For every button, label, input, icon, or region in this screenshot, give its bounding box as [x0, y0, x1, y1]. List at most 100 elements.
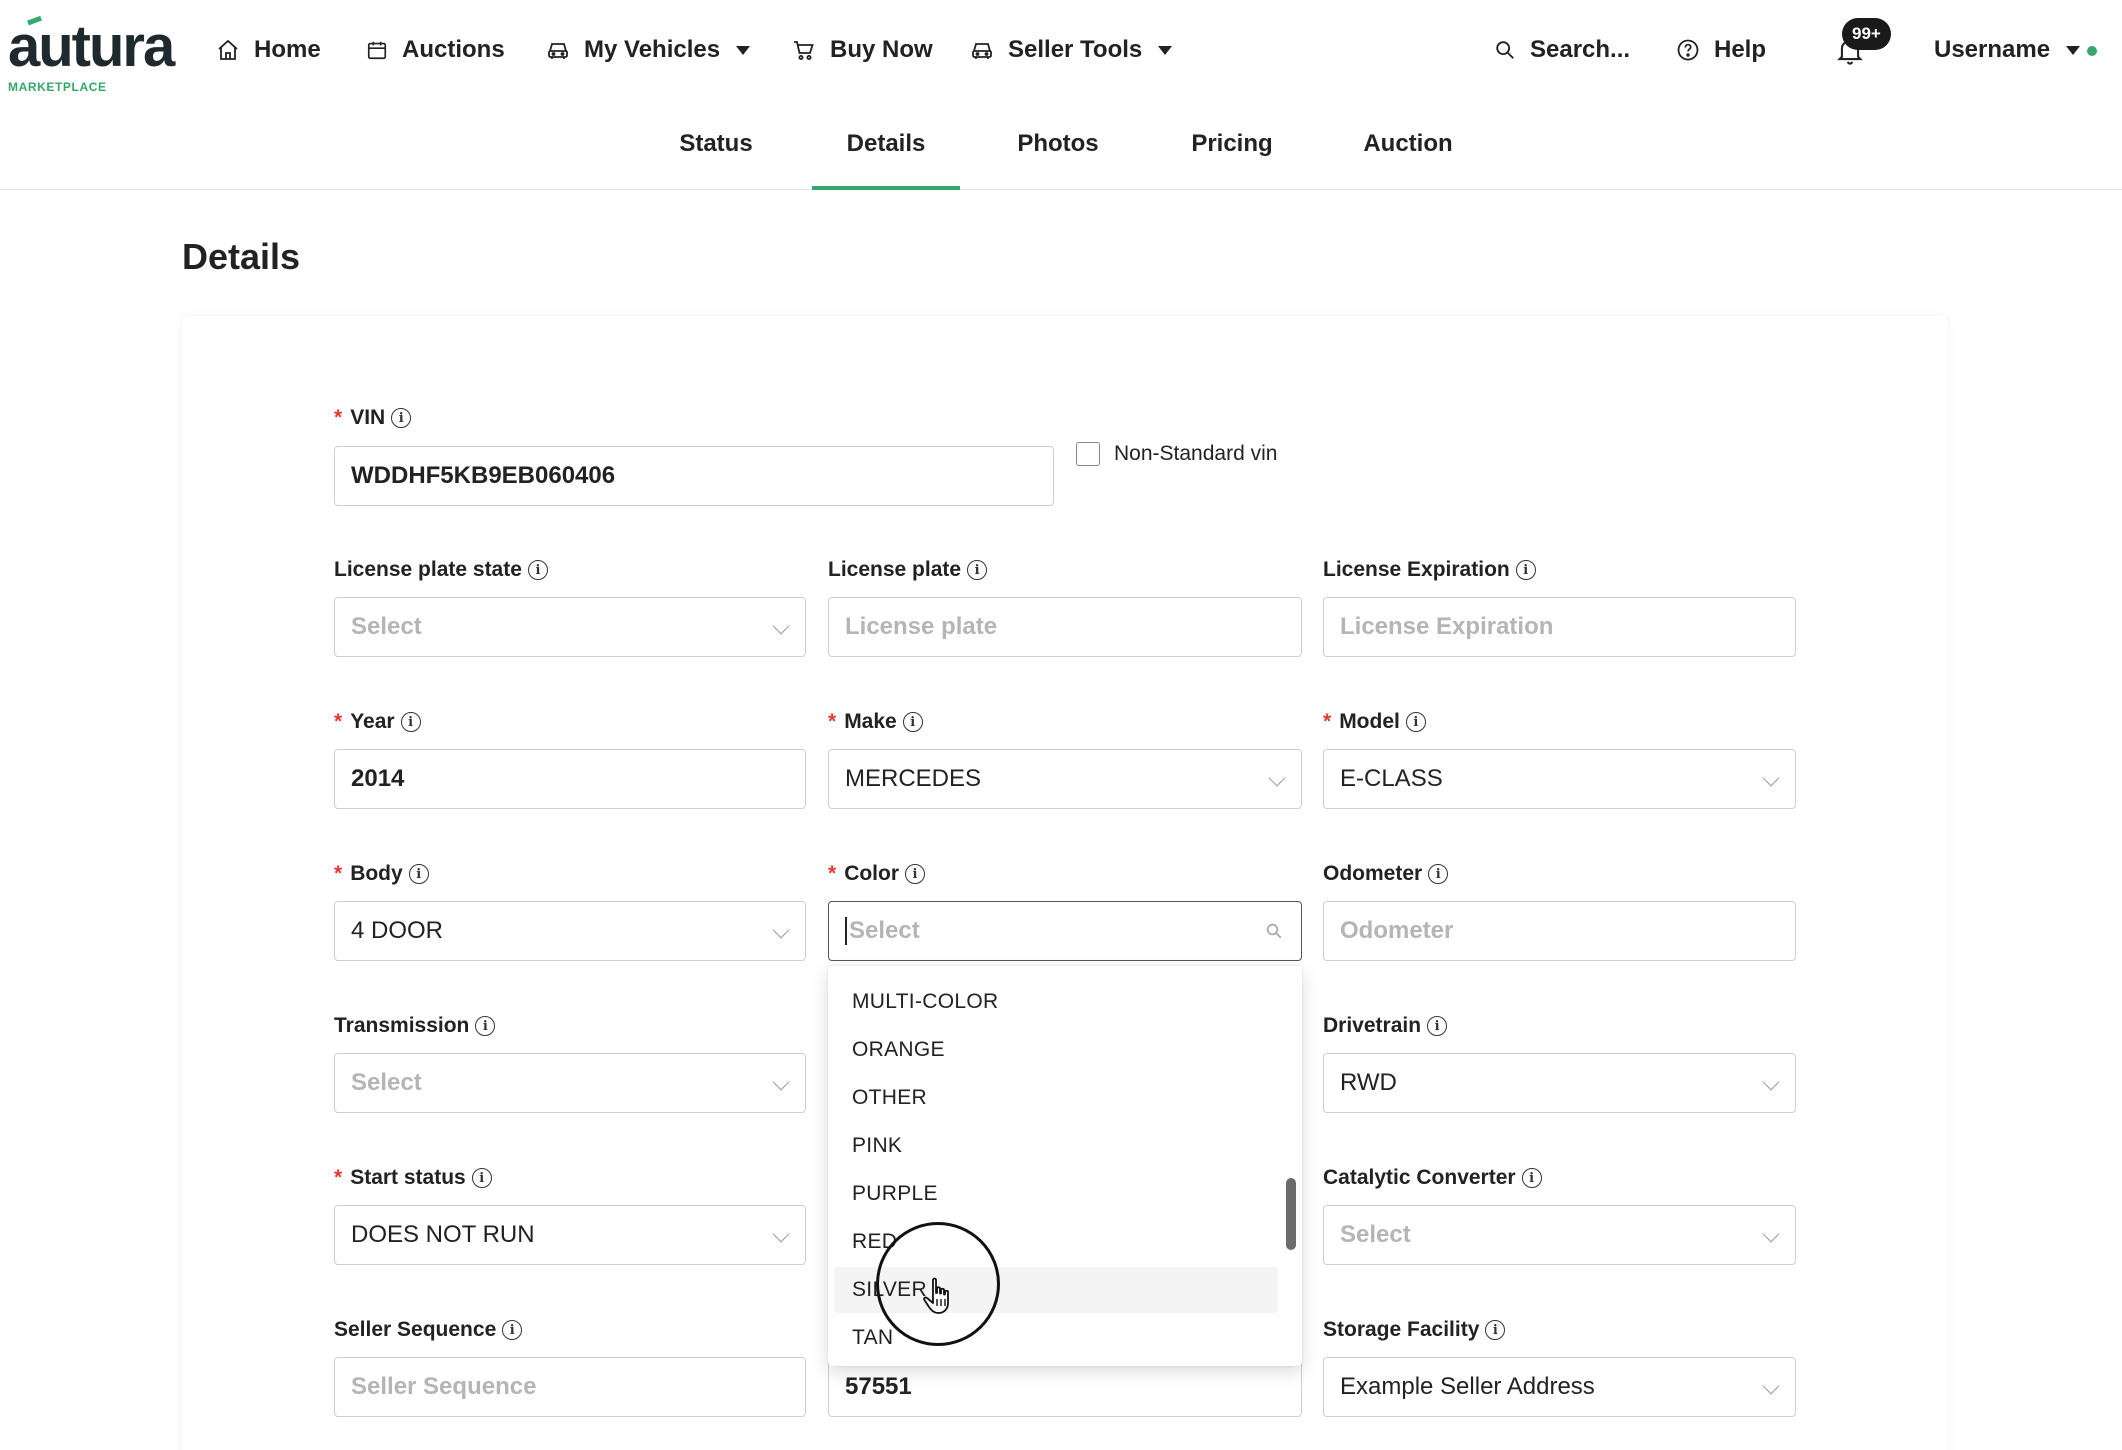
seller-sequence-placeholder: Seller Sequence: [351, 1373, 537, 1400]
dropdown-scrollbar[interactable]: [1286, 1178, 1296, 1250]
year-label-text: Year: [350, 710, 395, 733]
transmission-label-text: Transmission: [334, 1014, 470, 1037]
required-asterisk: *: [334, 862, 343, 885]
license-plate-state-select[interactable]: Select: [334, 597, 806, 657]
search-icon: [1266, 923, 1282, 939]
info-icon[interactable]: i: [1515, 560, 1536, 580]
drivetrain-label-text: Drivetrain: [1323, 1014, 1422, 1037]
info-icon[interactable]: i: [902, 712, 923, 732]
nav-auctions[interactable]: Auctions: [366, 28, 505, 72]
non-standard-vin-checkbox[interactable]: [1076, 442, 1100, 466]
color-placeholder: Select: [849, 917, 920, 944]
info-icon[interactable]: i: [967, 560, 988, 580]
color-option-label: OTHER: [852, 1086, 927, 1109]
car-icon: [548, 43, 568, 59]
license-expiration-input[interactable]: License Expiration: [1323, 597, 1796, 657]
non-standard-vin-label: Non-Standard vin: [1114, 442, 1278, 465]
info-icon[interactable]: i: [400, 712, 421, 732]
calendar-icon: [367, 41, 387, 60]
nav-home[interactable]: Home: [216, 28, 321, 72]
info-icon[interactable]: i: [502, 1320, 523, 1340]
chevron-down-icon: [736, 45, 751, 55]
seller-sequence-input[interactable]: Seller Sequence: [334, 1357, 806, 1417]
make-label: * Make i: [828, 710, 923, 734]
tab-pricing-label: Pricing: [1191, 130, 1273, 157]
non-standard-vin-option[interactable]: Non-Standard vin: [1076, 442, 1277, 466]
nav-seller-tools-label: Seller Tools: [1008, 36, 1143, 63]
license-plate-input[interactable]: License plate: [828, 597, 1302, 657]
info-icon[interactable]: i: [1405, 712, 1426, 732]
info-icon[interactable]: i: [1428, 864, 1449, 884]
odometer-input[interactable]: Odometer: [1323, 901, 1796, 961]
odometer-placeholder: Odometer: [1340, 917, 1454, 944]
chevron-down-icon: [772, 1073, 790, 1091]
start-status-select[interactable]: DOES NOT RUN: [334, 1205, 806, 1265]
color-option-label: PURPLE: [852, 1182, 938, 1205]
tab-pricing[interactable]: Pricing: [1184, 130, 1280, 190]
color-option[interactable]: PINK: [834, 1123, 1278, 1169]
odometer-label-text: Odometer: [1323, 862, 1423, 885]
nav-my-vehicles-label: My Vehicles: [584, 36, 721, 63]
nav-search[interactable]: Search...: [1494, 28, 1630, 72]
chevron-down-icon: [772, 617, 790, 635]
model-select[interactable]: E-CLASS: [1323, 749, 1796, 809]
color-option[interactable]: OTHER: [834, 1075, 1278, 1121]
nav-my-vehicles[interactable]: My Vehicles: [546, 28, 751, 72]
tab-auction[interactable]: Auction: [1358, 130, 1458, 190]
nav-seller-tools[interactable]: Seller Tools: [970, 28, 1173, 72]
transmission-select[interactable]: Select: [334, 1053, 806, 1113]
info-icon[interactable]: i: [905, 864, 926, 884]
tab-details[interactable]: Details: [812, 130, 960, 190]
info-icon[interactable]: i: [471, 1168, 492, 1188]
tab-details-label: Details: [846, 130, 926, 157]
vin-input[interactable]: WDDHF5KB9EB060406: [334, 446, 1054, 506]
seller-sequence-label-text: Seller Sequence: [334, 1318, 497, 1341]
chevron-down-icon: [772, 921, 790, 939]
info-icon[interactable]: i: [527, 560, 548, 580]
tab-photos[interactable]: Photos: [1006, 130, 1110, 190]
required-asterisk: *: [334, 710, 343, 733]
color-option[interactable]: ORANGE: [834, 1027, 1278, 1073]
body-label: * Body i: [334, 862, 429, 886]
info-icon[interactable]: i: [391, 408, 412, 428]
user-menu[interactable]: Username: [1934, 28, 2081, 72]
nav-search-label: Search...: [1530, 36, 1631, 63]
license-plate-label-text: License plate: [828, 558, 962, 581]
stock-number-input[interactable]: 57551: [828, 1357, 1302, 1417]
autura-logo[interactable]: autura MARKETPLACE: [8, 16, 175, 95]
year-input[interactable]: 2014: [334, 749, 806, 809]
info-icon[interactable]: i: [475, 1016, 496, 1036]
seller-sequence-label: Seller Sequence i: [334, 1318, 523, 1342]
color-select[interactable]: Select: [828, 901, 1302, 961]
make-select[interactable]: MERCEDES: [828, 749, 1302, 809]
info-icon[interactable]: i: [408, 864, 429, 884]
chevron-down-icon: [1762, 1073, 1780, 1091]
body-value: 4 DOOR: [351, 917, 444, 944]
color-option-label: PINK: [852, 1134, 903, 1157]
car-icon: [972, 43, 992, 59]
nav-buy-now[interactable]: Buy Now: [792, 28, 933, 72]
color-option[interactable]: PURPLE: [834, 1171, 1278, 1217]
info-icon[interactable]: i: [1427, 1016, 1448, 1036]
help-icon: [1677, 39, 1699, 61]
tab-status[interactable]: Status: [666, 130, 766, 190]
license-expiration-label: License Expiration i: [1323, 558, 1536, 582]
license-plate-state-label: License plate state i: [334, 558, 548, 582]
color-label-text: Color: [844, 862, 900, 885]
catalytic-converter-select[interactable]: Select: [1323, 1205, 1796, 1265]
drivetrain-select[interactable]: RWD: [1323, 1053, 1796, 1113]
color-option[interactable]: MULTI-COLOR: [834, 979, 1278, 1025]
body-select[interactable]: 4 DOOR: [334, 901, 806, 961]
model-label: * Model i: [1323, 710, 1426, 734]
color-option-label: MULTI-COLOR: [852, 990, 999, 1013]
storage-facility-select[interactable]: Example Seller Address: [1323, 1357, 1796, 1417]
nav-help[interactable]: Help: [1676, 28, 1766, 72]
info-icon[interactable]: i: [1485, 1320, 1506, 1340]
page-title: Details: [182, 236, 301, 277]
logo-subtitle: MARKETPLACE: [8, 80, 107, 94]
required-asterisk: *: [828, 710, 837, 733]
info-icon[interactable]: i: [1521, 1168, 1542, 1188]
year-label: * Year i: [334, 710, 421, 734]
catalytic-converter-placeholder: Select: [1340, 1221, 1411, 1248]
make-label-text: Make: [844, 710, 897, 733]
